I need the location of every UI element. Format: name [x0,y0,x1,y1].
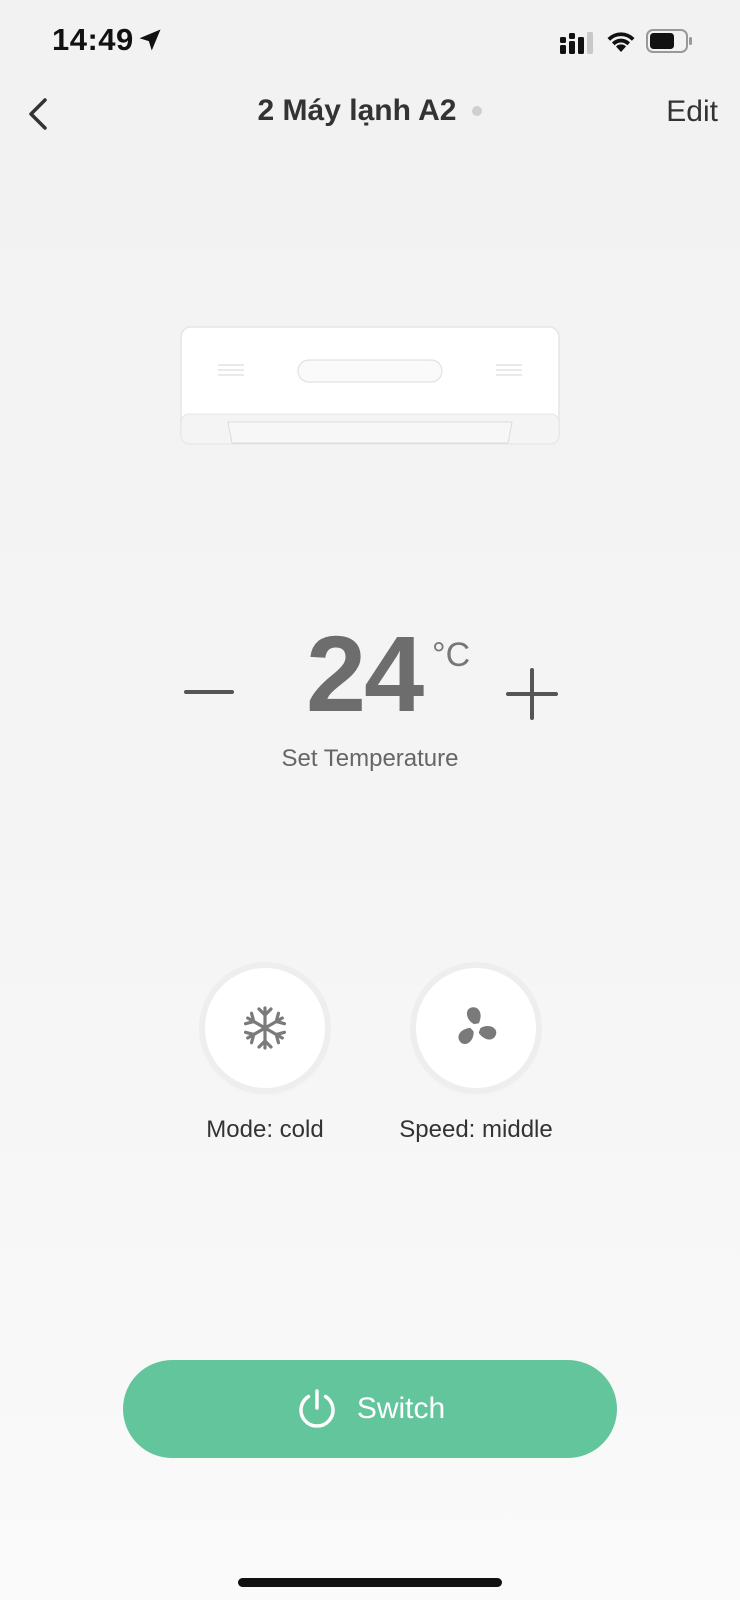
temperature-unit: °C [432,636,471,674]
set-temperature-label: Set Temperature [281,745,459,772]
cellular-signal-icon [560,32,593,54]
increase-temperature-button[interactable] [504,666,560,722]
mode-label: Mode: cold [206,1116,324,1143]
fan-speed-button[interactable] [416,968,536,1088]
mode-button[interactable] [205,968,325,1088]
fan-icon [458,1007,497,1044]
online-status-dot [472,106,483,116]
home-indicator[interactable] [238,1578,502,1587]
power-switch-button[interactable]: Switch [123,1360,617,1458]
speed-label: Speed: middle [399,1116,553,1143]
decrease-temperature-button[interactable] [182,672,236,712]
switch-label: Switch [356,1392,446,1425]
battery-icon [646,29,692,53]
power-icon [299,1389,335,1428]
page-title: 2 Máy lạnh A2 [0,94,740,128]
status-time: 14:49 [52,22,134,57]
edit-button[interactable]: Edit [666,95,718,129]
location-arrow-icon [139,29,161,51]
air-conditioner-illustration [180,326,560,445]
device-name: 2 Máy lạnh A2 [257,94,457,127]
snowflake-icon [243,1006,287,1050]
temperature-value: 24 [306,613,424,734]
wifi-icon [607,32,635,52]
